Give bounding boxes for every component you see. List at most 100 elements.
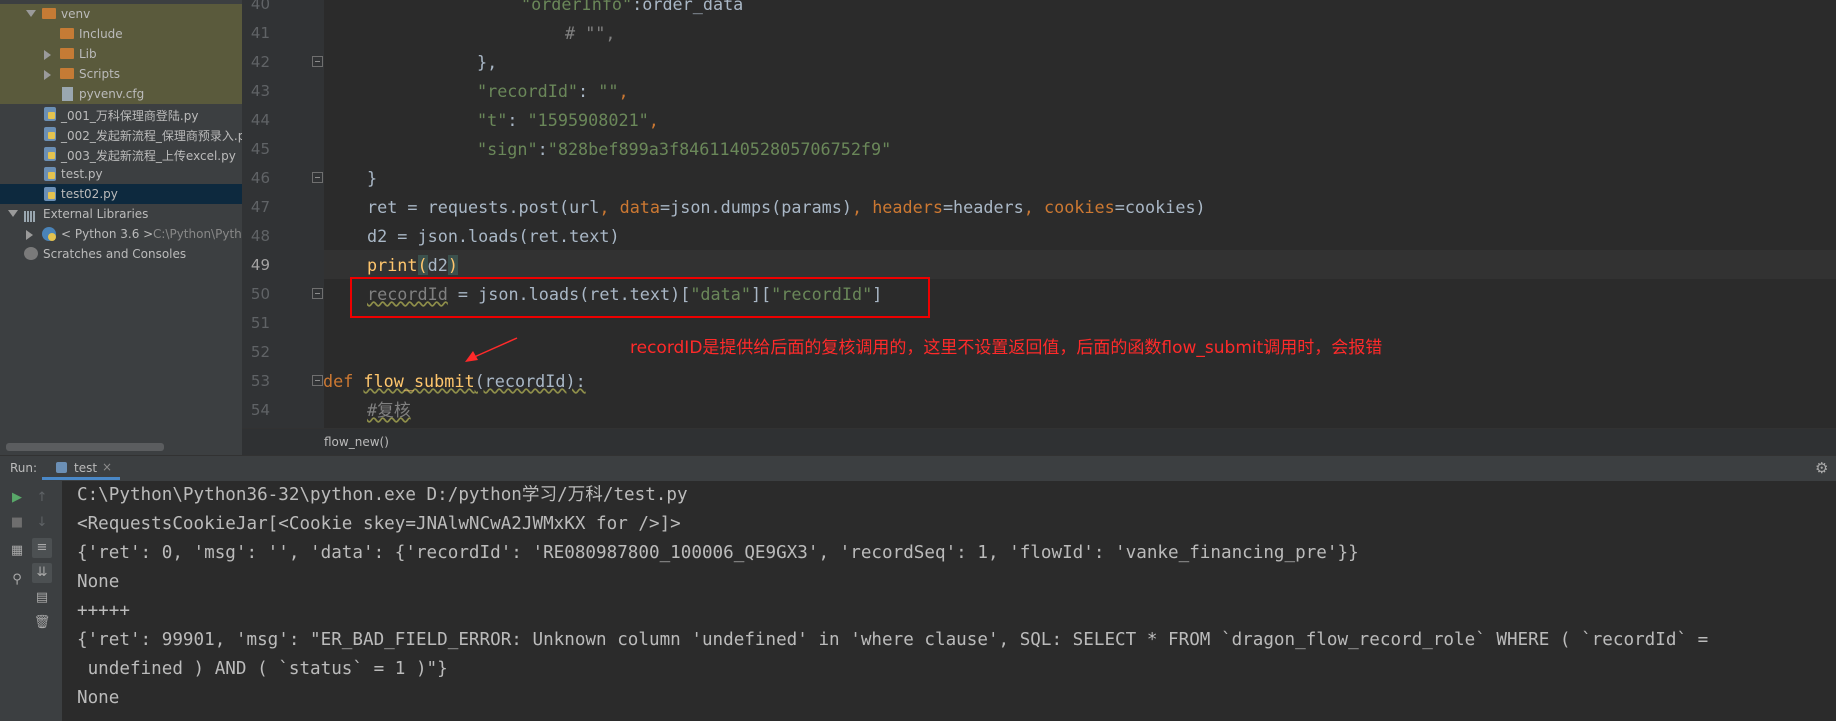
breadcrumb: flow_new(): [242, 428, 1836, 456]
code-token: "sign": [477, 139, 538, 159]
tree-item-label: < Python 3.6 >: [61, 227, 154, 241]
chevron-down-icon[interactable]: [8, 210, 18, 217]
tree-item-include[interactable]: Include: [0, 24, 242, 44]
folder-icon: [60, 48, 74, 59]
tree-item-path: C:\Python\Python36: [153, 227, 242, 241]
python-file-icon: [44, 147, 56, 161]
tree-item-lib[interactable]: Lib: [0, 44, 242, 64]
code-token: (recordId):: [474, 371, 586, 391]
run-panel-header: Run: test × ⚙: [0, 455, 1836, 481]
scratches-icon: [24, 247, 38, 260]
tree-item-label: test02.py: [61, 187, 118, 201]
pin-icon[interactable]: ⚲: [7, 570, 27, 590]
python-file-icon: [44, 127, 56, 141]
run-label: Run:: [10, 461, 38, 475]
code-token: },: [477, 52, 498, 72]
python-sdk-icon: [42, 227, 56, 241]
layout-icon[interactable]: ▦: [7, 541, 27, 561]
line-number: 48: [250, 227, 270, 245]
chevron-right-icon[interactable]: [44, 50, 51, 60]
console-line: undefined ) AND ( `status` = 1 )"}: [77, 659, 448, 679]
console-line: {'ret': 0, 'msg': '', 'data': {'recordId…: [77, 543, 1359, 563]
console-output[interactable]: C:\Python\Python36-32\python.exe D:/pyth…: [62, 481, 1836, 721]
config-file-icon: [62, 87, 73, 101]
code-token: # "",: [565, 23, 616, 43]
line-number: 46: [250, 169, 270, 187]
horizontal-scrollbar[interactable]: [6, 443, 164, 451]
python-file-icon: [44, 107, 56, 121]
code-line-54: #复核: [367, 396, 411, 425]
fold-icon[interactable]: [312, 172, 323, 183]
tree-item-test02[interactable]: test02.py: [0, 184, 242, 204]
tree-item-label: _001_万科保理商登陆.py: [61, 109, 199, 123]
fold-icon[interactable]: [312, 56, 323, 67]
code-token: print: [367, 255, 418, 275]
tree-item-file2[interactable]: _002_发起新流程_保理商预录入.py: [0, 124, 242, 144]
code-editor[interactable]: "orderInfo":order_data # "", }, "recordI…: [324, 0, 1836, 428]
print-icon[interactable]: ▤: [32, 588, 52, 608]
fold-icon[interactable]: [312, 288, 323, 299]
code-line-49: print(d2): [367, 251, 458, 280]
chevron-down-icon[interactable]: [26, 10, 36, 17]
tree-item-test[interactable]: test.py: [0, 164, 242, 184]
python-file-icon: [44, 187, 56, 201]
tree-item-pyvenv-cfg[interactable]: pyvenv.cfg: [0, 84, 242, 104]
run-tab-test[interactable]: test ×: [42, 456, 120, 480]
code-token: ,: [648, 110, 659, 130]
chevron-right-icon[interactable]: [44, 70, 51, 80]
code-line-53: def flow_submit(recordId):: [324, 367, 586, 396]
tree-item-scratches[interactable]: Scratches and Consoles: [0, 244, 242, 264]
code-token: "1595908021": [527, 110, 649, 130]
tree-item-file3[interactable]: _003_发起新流程_上传excel.py: [0, 144, 242, 164]
code-token: "": [598, 81, 619, 101]
folder-icon: [60, 28, 74, 39]
python-file-icon: [56, 462, 67, 473]
tree-item-label: Scripts: [79, 67, 121, 81]
code-token: ,: [618, 81, 629, 101]
code-token: #复核: [367, 400, 411, 420]
code-token: }: [367, 168, 378, 188]
code-token: d2: [427, 255, 448, 275]
chevron-right-icon[interactable]: [26, 230, 33, 240]
tree-item-file1[interactable]: _001_万科保理商登陆.py: [0, 104, 242, 124]
tree-item-python-sdk[interactable]: < Python 3.6 > C:\Python\Python36: [0, 224, 242, 244]
console-line: <RequestsCookieJar[<Cookie skey=JNAlwNCw…: [77, 514, 681, 534]
console-line: None: [77, 572, 120, 592]
project-tree: venv Include Lib Scripts pyvenv.cfg _001…: [0, 0, 242, 455]
scroll-to-end-icon[interactable]: ⇊: [32, 563, 52, 583]
code-token: ,: [851, 197, 873, 217]
line-number: 51: [250, 314, 270, 332]
tree-item-label: Scratches and Consoles: [43, 247, 187, 261]
code-token: (: [417, 255, 428, 275]
code-token: "orderInfo": [521, 0, 633, 14]
code-token: "t": [477, 110, 508, 130]
close-icon[interactable]: ×: [102, 460, 112, 474]
annotation-arrow-icon: [465, 337, 518, 362]
rerun-icon[interactable]: ▶: [7, 488, 27, 508]
breadcrumb-item[interactable]: flow_new(): [324, 435, 389, 449]
code-line-40: "orderInfo":order_data: [521, 0, 743, 19]
gear-icon[interactable]: ⚙: [1815, 459, 1828, 477]
tree-item-venv[interactable]: venv: [0, 4, 242, 24]
line-number: 53: [250, 372, 270, 390]
stop-icon[interactable]: ■: [7, 513, 27, 533]
up-arrow-icon[interactable]: ↑: [32, 488, 52, 508]
code-token: "828bef899a3f846114052805706752f9": [547, 139, 892, 159]
library-icon: [24, 208, 38, 222]
current-line-highlight: [324, 250, 1836, 279]
code-line-44: "t": "1595908021",: [477, 106, 659, 135]
line-number: 47: [250, 198, 270, 216]
line-number: 44: [250, 111, 270, 129]
fold-icon[interactable]: [312, 375, 323, 386]
down-arrow-icon[interactable]: ↓: [32, 513, 52, 533]
code-line-47: ret = requests.post(url, data=json.dumps…: [367, 193, 1206, 222]
tree-item-label: venv: [61, 7, 91, 21]
trash-icon[interactable]: 🗑: [32, 613, 52, 633]
code-token: headers: [872, 197, 943, 217]
line-number: 40: [250, 0, 270, 13]
code-token: d2 = json.loads(ret.text): [367, 226, 620, 246]
tree-item-scripts[interactable]: Scripts: [0, 64, 242, 84]
soft-wrap-icon[interactable]: ≡: [32, 538, 52, 558]
line-number-current: 49: [250, 256, 270, 274]
tree-item-external-libraries[interactable]: External Libraries: [0, 204, 242, 224]
